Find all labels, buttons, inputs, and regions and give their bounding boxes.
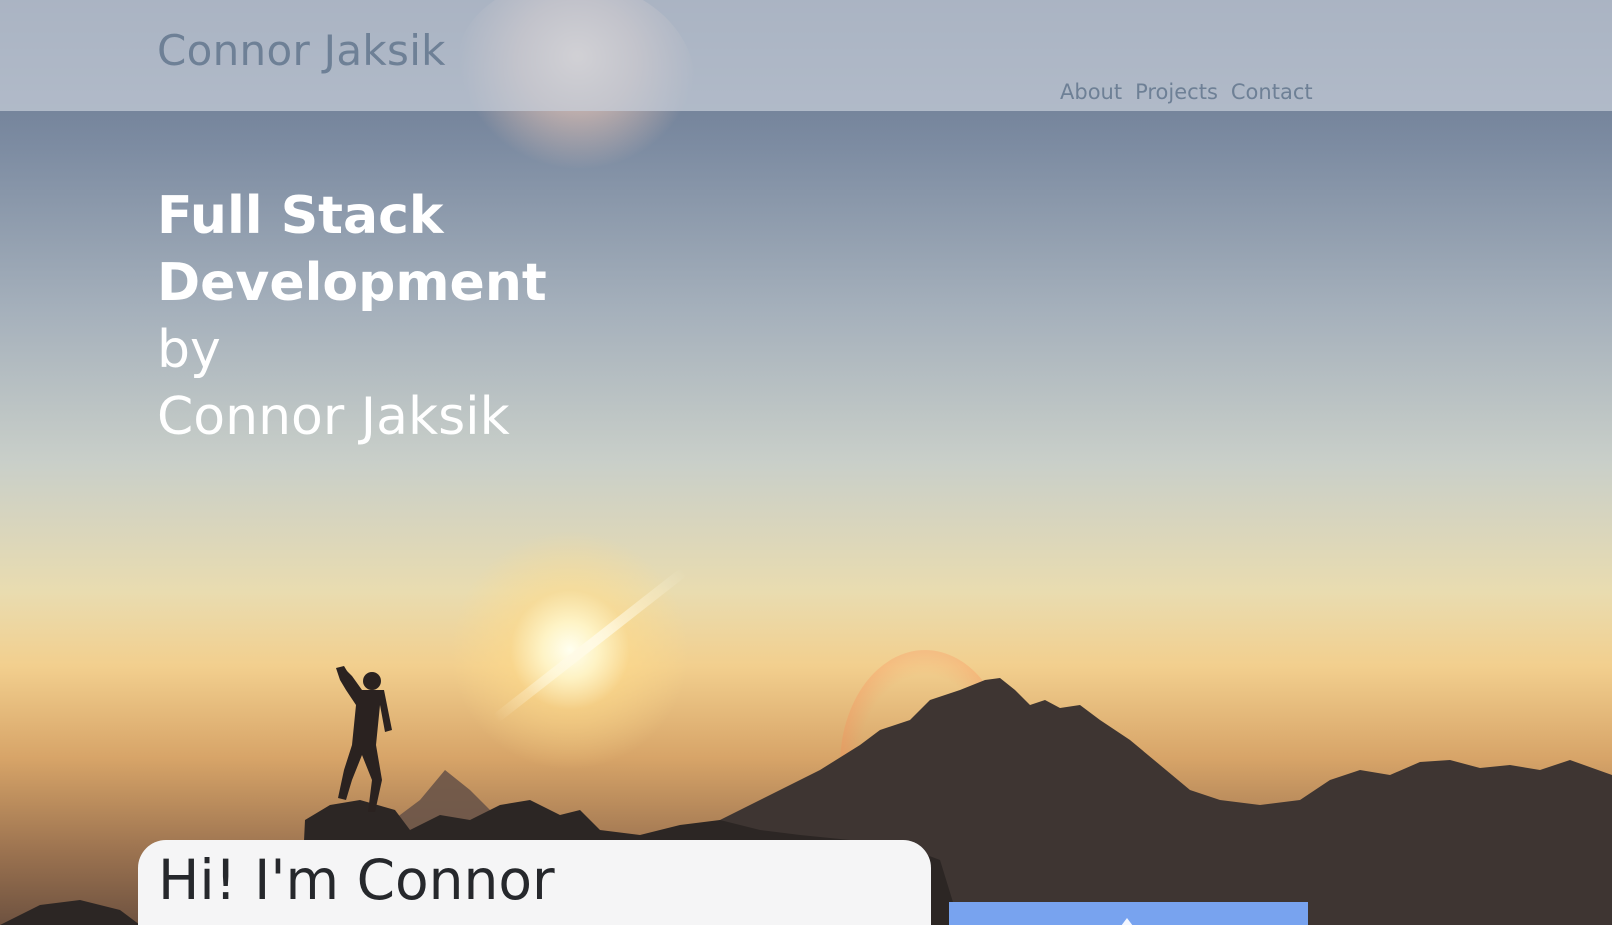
site-header: Connor Jaksik About Projects Contact	[0, 0, 1612, 111]
main-nav: About Projects Contact	[1060, 80, 1313, 104]
site-brand[interactable]: Connor Jaksik	[157, 26, 446, 75]
profile-photo	[949, 902, 1308, 925]
nav-link-contact[interactable]: Contact	[1231, 80, 1313, 104]
mountain-silhouette	[0, 666, 1612, 925]
hero-line: Development	[157, 253, 547, 313]
intro-card: Hi! I'm Connor	[138, 840, 931, 925]
hero-line: Full Stack	[157, 186, 444, 246]
hero-line: Connor Jaksik	[157, 387, 510, 447]
hero-line: by	[157, 320, 221, 380]
nav-link-about[interactable]: About	[1060, 80, 1122, 104]
page: Connor Jaksik About Projects Contact Ful…	[0, 0, 1612, 925]
photo-peak	[1121, 918, 1133, 925]
hero-heading: Full Stack Development by Connor Jaksik	[157, 183, 547, 451]
intro-title: Hi! I'm Connor	[158, 848, 555, 912]
nav-link-projects[interactable]: Projects	[1135, 80, 1218, 104]
